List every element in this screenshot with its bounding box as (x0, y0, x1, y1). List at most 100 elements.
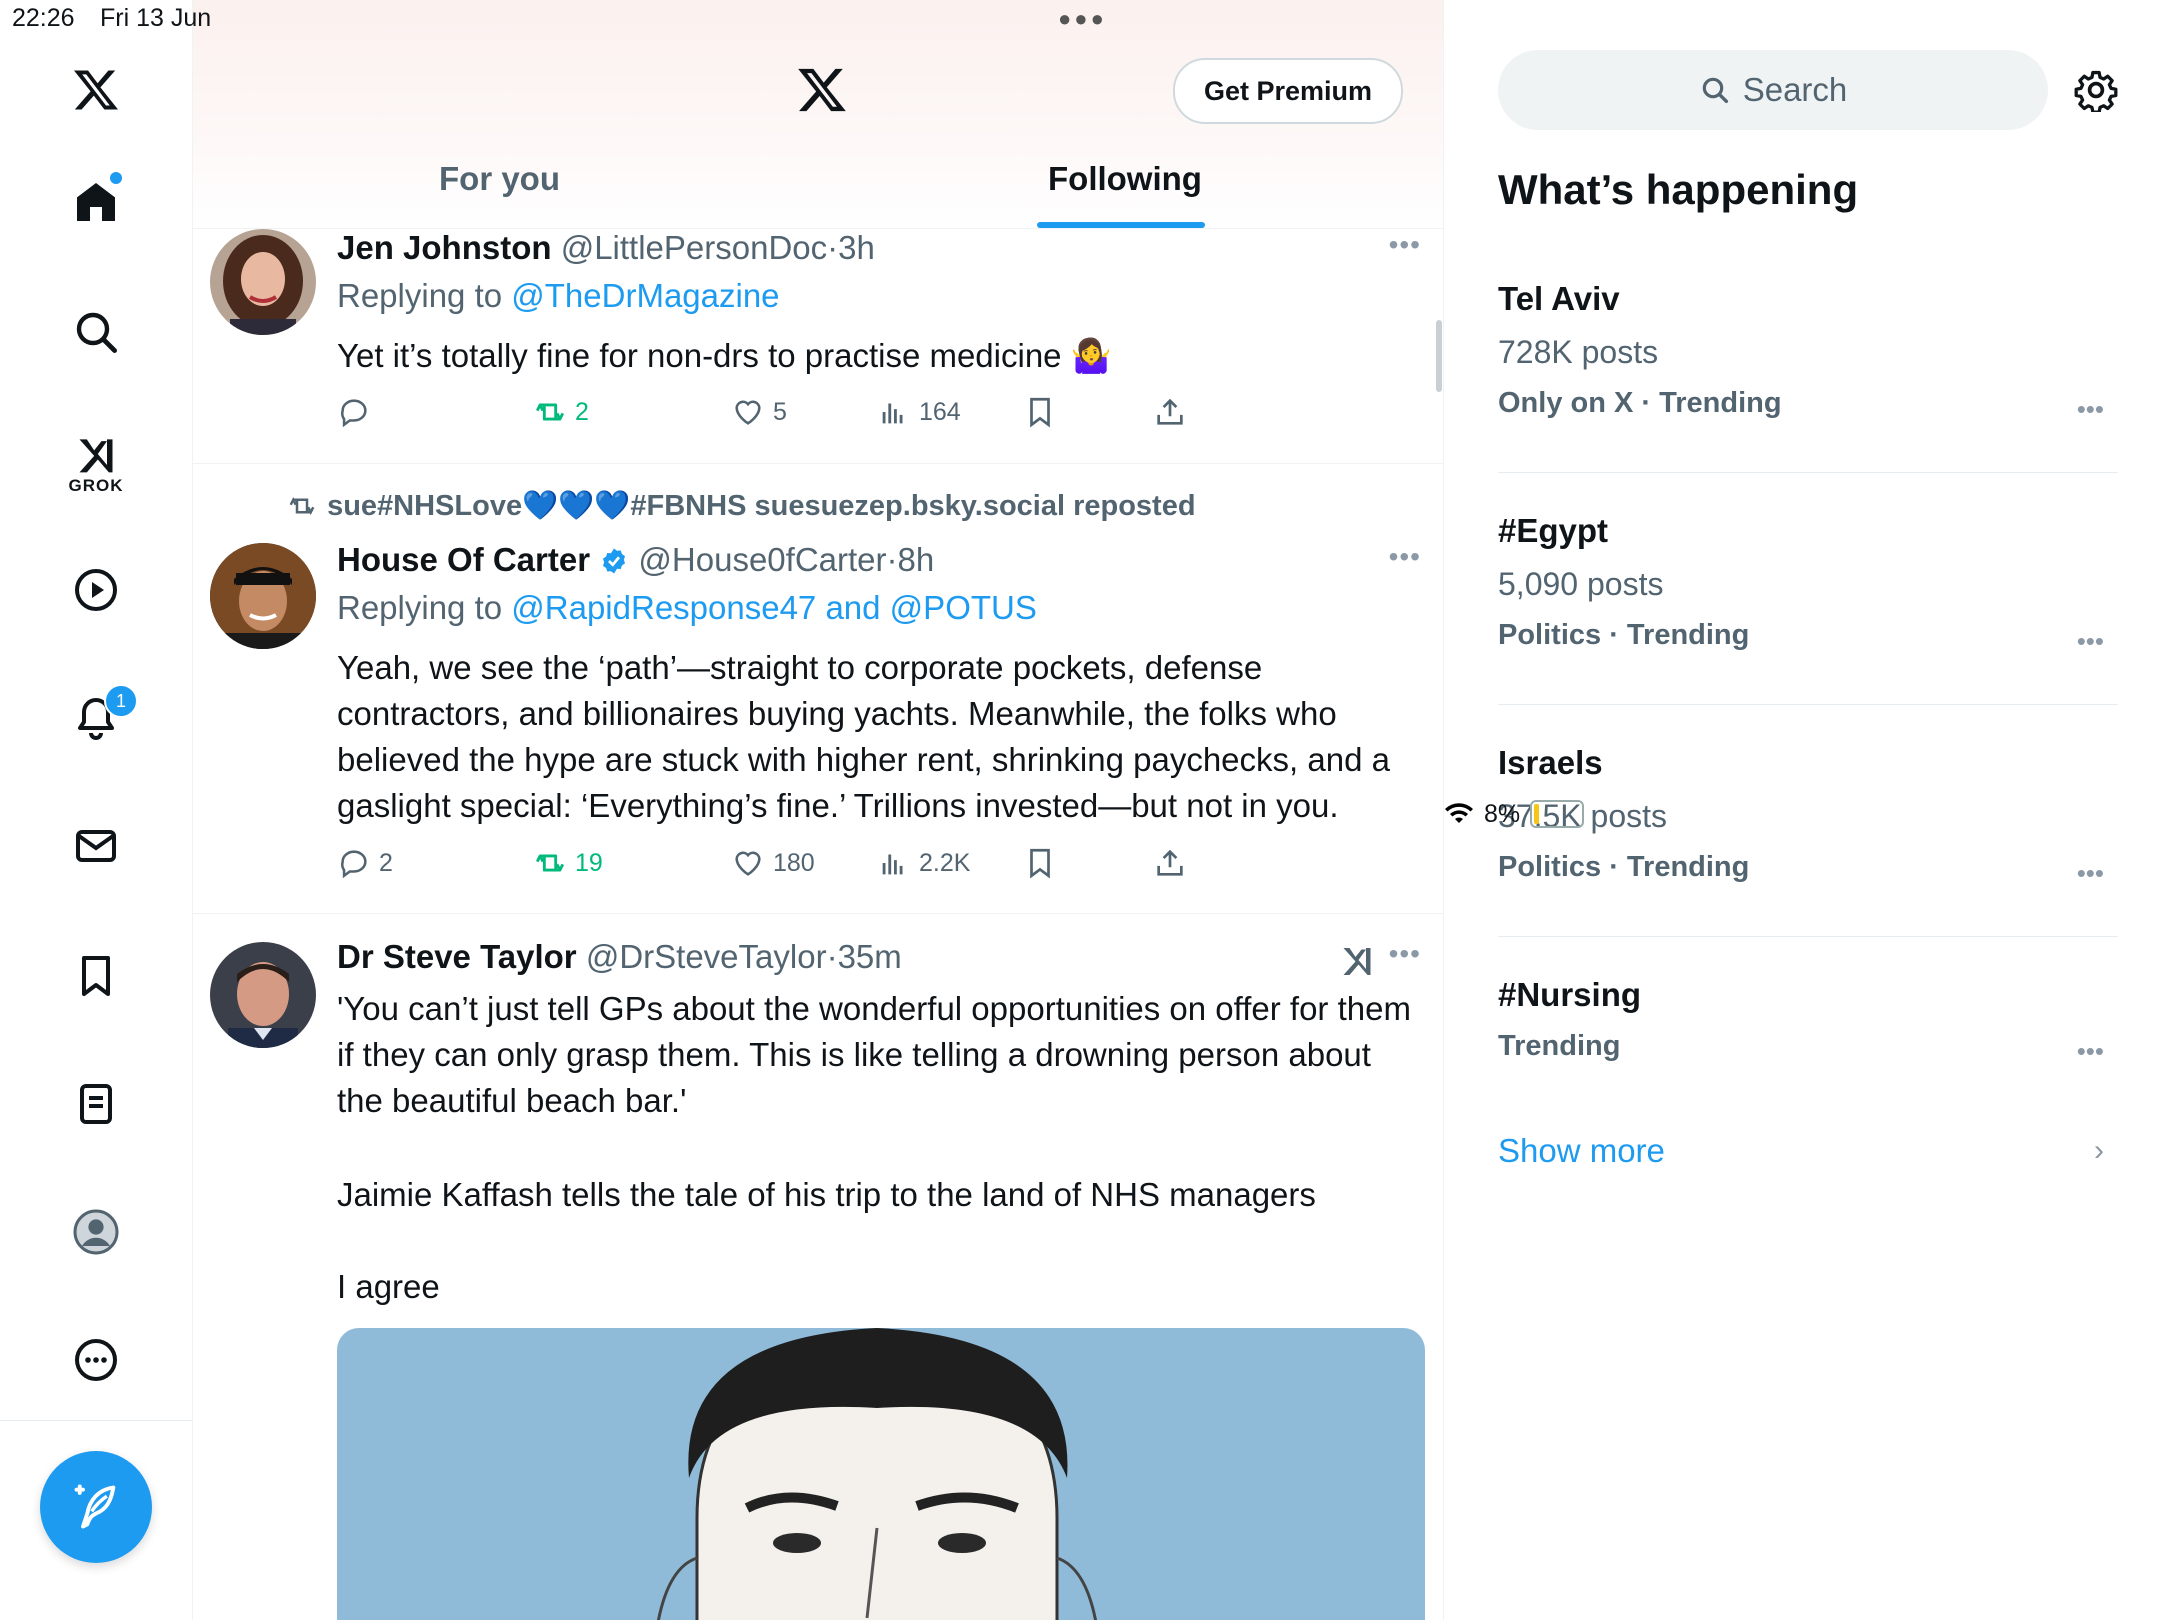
tweet-more-icon[interactable]: ••• (1389, 938, 1421, 970)
author-name[interactable]: Dr Steve Taylor (337, 938, 577, 975)
tweet-text: 'You can’t just tell GPs about the wonde… (337, 990, 1411, 1119)
replying-to-prefix: Replying to (337, 589, 512, 626)
x-header-logo-icon[interactable] (795, 64, 849, 116)
tweet-time[interactable]: 8h (898, 541, 935, 578)
reply-count: 2 (379, 848, 393, 877)
wifi-icon (1445, 803, 1473, 823)
video-play-icon[interactable] (62, 556, 130, 624)
bookmark-button[interactable] (1023, 395, 1057, 429)
share-button[interactable] (1153, 395, 1187, 429)
battery-percent: 8% (1484, 799, 1521, 828)
bookmark-icon (1030, 848, 1050, 879)
get-premium-button[interactable]: Get Premium (1173, 58, 1403, 124)
share-upload-icon (1157, 849, 1183, 876)
search-icon[interactable] (62, 298, 130, 366)
views-chart-icon (882, 403, 903, 424)
tab-for-you[interactable]: For you (439, 160, 560, 198)
replying-to-handle[interactable]: @RapidResponse47 and @POTUS (511, 589, 1037, 626)
more-options-icon[interactable] (62, 1326, 130, 1394)
replying-to-handle[interactable]: @TheDrMagazine (511, 277, 779, 314)
like-heart-icon (735, 851, 761, 876)
reply-button[interactable]: 2 (337, 846, 393, 880)
bookmark-icon (1030, 397, 1050, 428)
tweet-text: Jaimie Kaffash tells the tale of his tri… (337, 1176, 1316, 1213)
replying-to-prefix: Replying to (337, 277, 512, 314)
grok-icon[interactable]: GROK (62, 424, 130, 504)
views-button[interactable]: 2.2K (877, 846, 970, 880)
tweet[interactable]: sue#NHSLove💙💙💙#FBNHS suesuezep.bsky.soci… (193, 463, 1443, 914)
status-right: 8% (1444, 4, 2160, 1624)
like-button[interactable]: 5 (731, 395, 787, 429)
like-button[interactable]: 180 (731, 846, 815, 880)
status-bar: 22:26 Fri 13 Jun ●●● 8% (0, 0, 2160, 828)
replying-to: Replying to @TheDrMagazine (337, 277, 780, 315)
bookmark-button[interactable] (1023, 846, 1057, 880)
active-tab-indicator (1037, 222, 1205, 228)
notifications-badge: 1 (104, 684, 138, 718)
repost-button[interactable]: 19 (533, 846, 603, 880)
tweet-more-icon[interactable]: ••• (1389, 541, 1421, 573)
author-name[interactable]: House Of Carter (337, 541, 590, 578)
tweet-image[interactable] (337, 1328, 1425, 1620)
repost-icon (535, 854, 565, 872)
lists-icon[interactable] (62, 1070, 130, 1138)
repost-button[interactable]: 2 (533, 395, 589, 429)
tab-following[interactable]: Following (1048, 160, 1202, 198)
tweet-header: Dr Steve Taylor @DrSteveTaylor·35m (337, 938, 902, 975)
like-count: 180 (773, 848, 815, 877)
repost-count: 2 (575, 397, 589, 426)
like-count: 5 (773, 397, 787, 426)
tweet-time[interactable]: 35m (838, 938, 902, 975)
views-button[interactable]: 164 (877, 395, 961, 429)
profile-avatar-icon[interactable] (62, 1198, 130, 1266)
messages-envelope-icon[interactable] (62, 812, 130, 880)
reply-button[interactable] (337, 395, 379, 429)
repost-icon (535, 403, 565, 421)
avatar[interactable] (210, 543, 316, 649)
compose-feather-icon (74, 1484, 116, 1529)
tweet-actions: 2 5 164 (337, 395, 1337, 435)
tweet-time[interactable]: 3h (838, 229, 875, 266)
x-logo-icon[interactable] (62, 56, 130, 124)
grok-label: GROK (68, 476, 124, 495)
author-name[interactable]: Jen Johnston (337, 229, 552, 266)
reposted-icon (289, 496, 315, 516)
battery-icon (1530, 800, 1585, 828)
home-unread-dot (110, 172, 122, 184)
replying-to: Replying to @RapidResponse47 and @POTUS (337, 589, 1037, 627)
tweet-header: Jen Johnston @LittlePersonDoc·3h (337, 229, 875, 266)
avatar[interactable] (210, 229, 316, 335)
grok-explain-icon[interactable] (1339, 942, 1375, 978)
left-navigation: GROK 1 (0, 0, 193, 1620)
multitasking-dots-icon[interactable]: ●●● (1058, 6, 1107, 32)
home-icon[interactable] (62, 168, 130, 236)
repost-banner-text[interactable]: sue#NHSLove💙💙💙#FBNHS suesuezep.bsky.soci… (327, 490, 1196, 522)
tweet-more-icon[interactable]: ••• (1389, 229, 1421, 261)
views-chart-icon (882, 854, 903, 875)
verified-badge-icon (603, 548, 626, 574)
tweet[interactable]: Jen Johnston @LittlePersonDoc·3h ••• Rep… (193, 229, 1443, 464)
views-count: 164 (919, 397, 961, 426)
tweet[interactable]: Dr Steve Taylor @DrSteveTaylor·35m ••• '… (193, 914, 1443, 1620)
author-handle[interactable]: @DrSteveTaylor (586, 938, 827, 975)
compose-post-button[interactable] (40, 1451, 152, 1563)
nav-divider (0, 1420, 192, 1421)
repost-count: 19 (575, 848, 603, 877)
reply-icon (341, 850, 367, 879)
notifications-bell-icon[interactable]: 1 (62, 684, 138, 752)
bookmarks-icon[interactable] (62, 942, 130, 1010)
tweet-text: I agree (337, 1268, 440, 1305)
tweet-actions: 2 19 180 2.2K (337, 846, 1337, 886)
share-button[interactable] (1153, 846, 1187, 880)
author-handle[interactable]: @LittlePersonDoc (561, 229, 827, 266)
views-count: 2.2K (919, 848, 971, 877)
avatar[interactable] (210, 942, 316, 1048)
timeline-scrollbar[interactable] (1436, 320, 1442, 392)
timeline-column: Get Premium For you Following Jen Johnst… (193, 0, 1444, 1620)
tweet-text: Yeah, we see the ‘path’—straight to corp… (337, 649, 1390, 824)
author-handle[interactable]: @House0fCarter (638, 541, 886, 578)
tweet-header: House Of Carter @House0fCarter·8h (337, 541, 935, 578)
status-date: Fri 13 Jun (100, 4, 212, 32)
reply-icon (341, 399, 367, 428)
share-upload-icon (1157, 398, 1183, 425)
